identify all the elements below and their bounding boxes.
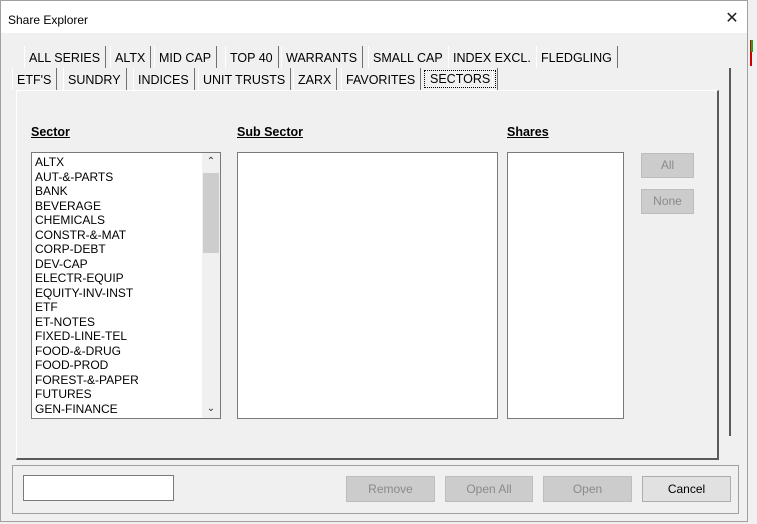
sector-list-item[interactable]: ALTX — [35, 155, 139, 170]
sector-listbox[interactable]: ALTX AUT-&-PARTS BANK BEVERAGE CHEMICALS CONS… — [31, 152, 221, 419]
sector-list-item[interactable]: ELECTR-EQUIP — [35, 271, 139, 286]
sector-list-item[interactable]: FUTURES — [35, 387, 139, 402]
sector-list-item[interactable]: FIXED-LINE-TEL — [35, 329, 139, 344]
remove-button[interactable]: Remove — [346, 476, 435, 502]
none-button[interactable]: None — [641, 189, 694, 214]
sector-list-item[interactable]: FOREST-&-PAPER — [35, 373, 139, 388]
sector-items: ALTX AUT-&-PARTS BANK BEVERAGE CHEMICALS CONS… — [35, 155, 139, 416]
tab-all-series[interactable]: ALL SERIES — [24, 46, 107, 68]
sector-list-item[interactable]: ET-NOTES — [35, 315, 139, 330]
sector-list-item[interactable]: FOOD-PROD — [35, 358, 139, 373]
sub-sector-listbox[interactable] — [237, 152, 498, 419]
tab-fledgling[interactable]: FLEDGLING — [536, 46, 618, 68]
scroll-thumb[interactable] — [203, 173, 219, 253]
all-button[interactable]: All — [641, 153, 694, 178]
tab-indices[interactable]: INDICES — [133, 68, 195, 90]
tab-unit-trusts[interactable]: UNIT TRUSTS — [198, 68, 292, 90]
sector-list-item[interactable]: DEV-CAP — [35, 257, 139, 272]
close-icon[interactable]: ✕ — [717, 5, 747, 33]
tab-sectors[interactable]: SECTORS — [424, 70, 497, 88]
cancel-button[interactable]: Cancel — [642, 476, 731, 502]
sector-list-item[interactable]: CONSTR-&-MAT — [35, 228, 139, 243]
tab-altx[interactable]: ALTX — [110, 46, 152, 68]
chevron-up-icon[interactable]: ⌃ — [202, 153, 220, 171]
open-button[interactable]: Open — [543, 476, 632, 502]
shares-listbox[interactable] — [507, 152, 624, 419]
tab-top-40[interactable]: TOP 40 — [225, 46, 279, 68]
share-code-input[interactable] — [23, 475, 174, 501]
tab-index-excl[interactable]: INDEX EXCL. — [448, 46, 537, 68]
tab-small-cap[interactable]: SMALL CAP — [368, 46, 449, 68]
sector-list-item[interactable]: ETF — [35, 300, 139, 315]
chevron-down-icon[interactable]: ⌄ — [202, 400, 220, 418]
shares-label: Shares — [507, 125, 549, 139]
sector-label: Sector — [31, 125, 70, 139]
tab-page-shadow — [729, 68, 731, 436]
sector-list-item[interactable]: BEVERAGE — [35, 199, 139, 214]
tab-zarx[interactable]: ZARX — [293, 68, 338, 90]
sector-list-item[interactable]: AUT-&-PARTS — [35, 170, 139, 185]
sector-list-item[interactable]: GEN-FINANCE — [35, 402, 139, 417]
sub-sector-label: Sub Sector — [237, 125, 303, 139]
open-all-button[interactable]: Open All — [445, 476, 533, 502]
tab-favorites[interactable]: FAVORITES — [341, 68, 422, 90]
sector-list-item[interactable]: FOOD-&-DRUG — [35, 344, 139, 359]
window-title: Share Explorer — [8, 13, 89, 27]
sector-list-item[interactable]: CHEMICALS — [35, 213, 139, 228]
tab-etfs[interactable]: ETF'S — [12, 68, 58, 90]
tab-divider — [492, 68, 498, 90]
tab-sundry[interactable]: SUNDRY — [63, 68, 127, 90]
sector-list-item[interactable]: CORP-DEBT — [35, 242, 139, 257]
background-window-edge-green — [751, 40, 753, 52]
sector-scrollbar[interactable]: ⌃ ⌄ — [202, 153, 220, 418]
sector-list-item[interactable]: BANK — [35, 184, 139, 199]
tab-mid-cap[interactable]: MID CAP — [154, 46, 218, 68]
sector-list-item[interactable]: EQUITY-INV-INST — [35, 286, 139, 301]
title-bar: Share Explorer ✕ — [1, 1, 747, 33]
tab-warrants[interactable]: WARRANTS — [281, 46, 364, 68]
